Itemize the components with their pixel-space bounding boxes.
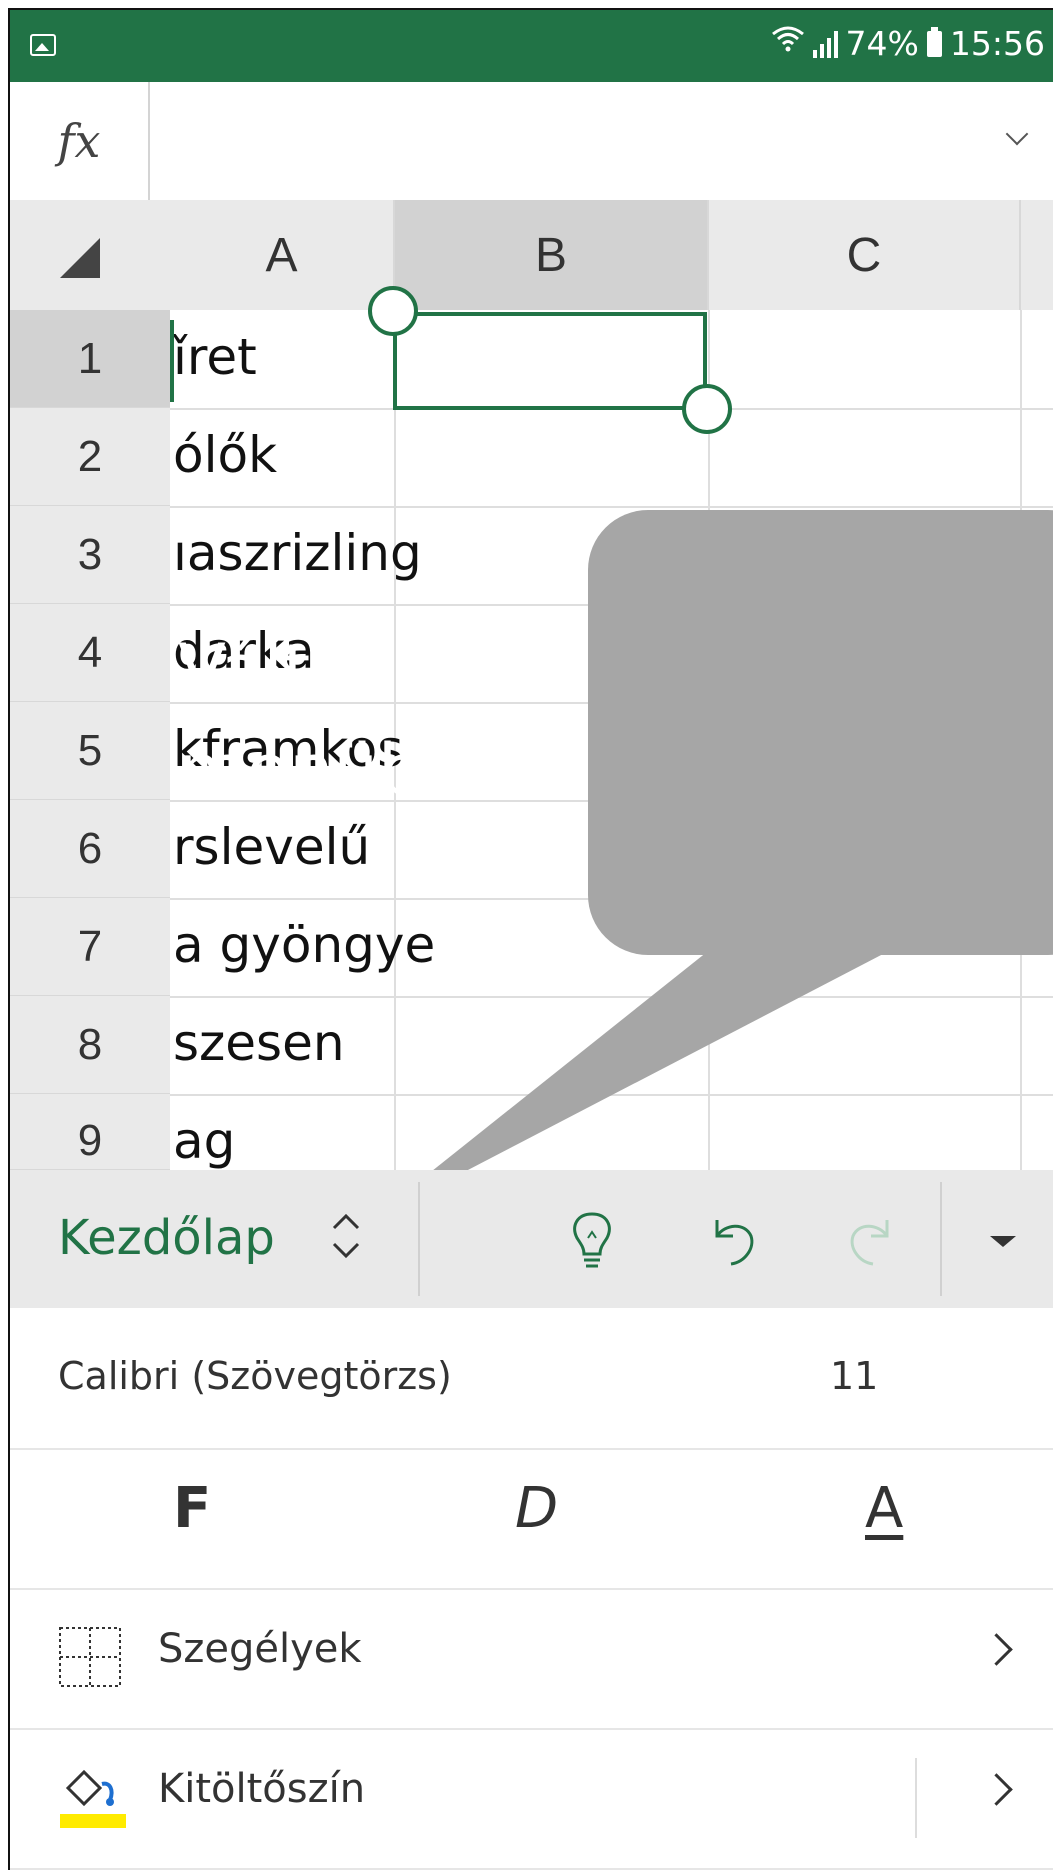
row-header-1[interactable]: 1: [10, 310, 170, 408]
row-header-6[interactable]: 6: [10, 800, 170, 898]
cell-left-marker: [170, 320, 174, 402]
cell-a1[interactable]: ǐret: [173, 328, 257, 386]
select-all-corner[interactable]: [10, 200, 170, 310]
font-name-select[interactable]: Calibri (Szövegtörzs): [58, 1354, 452, 1398]
borders-row[interactable]: Szegélyek: [10, 1588, 1053, 1730]
ribbon-panel: Calibri (Szövegtörzs) 11 F D A Szegélyek…: [10, 1308, 1053, 1870]
ribbon-tab-selector[interactable]: Kezdőlap: [58, 1210, 275, 1266]
borders-label[interactable]: Szegélyek: [158, 1626, 362, 1672]
underline-button[interactable]: A: [865, 1476, 903, 1541]
format-row: F D A: [10, 1448, 1053, 1590]
updown-icon[interactable]: [328, 1204, 364, 1268]
row-header-2[interactable]: 2: [10, 408, 170, 506]
row-header-9[interactable]: 9: [10, 1094, 170, 1170]
chevron-right-icon[interactable]: [980, 1773, 1013, 1806]
chevron-down-icon[interactable]: [1005, 122, 1029, 146]
selection-handle-top-left[interactable]: [368, 286, 418, 336]
italic-button[interactable]: D: [515, 1476, 558, 1541]
cell-a9[interactable]: ag: [173, 1112, 235, 1170]
cell-a2[interactable]: ólők: [173, 426, 277, 484]
fill-color-label[interactable]: Kitöltőszín: [158, 1766, 365, 1812]
cell-a7[interactable]: a gyöngye: [173, 916, 435, 974]
undo-icon[interactable]: [697, 1206, 767, 1276]
clock: 15:56: [949, 24, 1045, 63]
fill-color-icon: [60, 1769, 126, 1828]
selected-cell-b1[interactable]: [393, 312, 707, 410]
ribbon-toolbar: Kezdőlap: [10, 1170, 1053, 1310]
cell-a6[interactable]: rslevelű: [173, 818, 370, 876]
wifi-icon: [771, 24, 805, 64]
callout-line-1: Válthats: [178, 629, 462, 711]
status-bar: 74% 15:56: [10, 10, 1053, 82]
row-header-5[interactable]: 5: [10, 702, 170, 800]
column-header-b[interactable]: B: [395, 200, 709, 310]
app-frame: 74% 15:56 fx A B C 1 2 3 4 5 6 7 8 9 ǐre…: [0, 0, 1053, 1870]
formula-input[interactable]: [160, 112, 960, 172]
font-row[interactable]: Calibri (Szövegtörzs) 11: [10, 1308, 1053, 1450]
fill-color-row[interactable]: Kitöltőszín: [10, 1728, 1053, 1870]
cell-a3[interactable]: ıaszrizling: [173, 524, 422, 582]
row-header-3[interactable]: 3: [10, 506, 170, 604]
row-header-4[interactable]: 4: [10, 604, 170, 702]
callout-line-2: menübe: [178, 729, 466, 811]
column-header-a[interactable]: A: [170, 200, 395, 310]
battery-percent: 74%: [845, 24, 919, 63]
fx-label[interactable]: fx: [10, 82, 150, 200]
row-header-7[interactable]: 7: [10, 898, 170, 996]
signal-icon: [812, 30, 838, 58]
toolbar-divider-2: [940, 1182, 942, 1296]
selection-handle-bottom-right[interactable]: [682, 384, 732, 434]
borders-icon: [59, 1627, 121, 1687]
column-header-d[interactable]: [1021, 200, 1053, 310]
callout-text: Válthats menübe: [178, 620, 466, 820]
fill-divider: [915, 1758, 917, 1838]
select-all-icon: [60, 238, 100, 278]
battery-icon: [926, 27, 942, 57]
chevron-right-icon[interactable]: [980, 1633, 1013, 1666]
toolbar-divider: [418, 1182, 420, 1296]
status-right: 74% 15:56: [771, 24, 1045, 64]
column-header-c[interactable]: C: [709, 200, 1021, 310]
dropdown-icon[interactable]: [990, 1236, 1016, 1247]
row-header-8[interactable]: 8: [10, 996, 170, 1094]
image-notification-icon: [30, 34, 56, 56]
formula-bar[interactable]: fx: [10, 82, 1053, 201]
bold-button[interactable]: F: [173, 1476, 211, 1541]
cell-a8[interactable]: szesen: [173, 1014, 345, 1072]
screen: 74% 15:56 fx A B C 1 2 3 4 5 6 7 8 9 ǐre…: [8, 8, 1053, 1870]
tooltip-callout: [588, 510, 1053, 955]
font-size-select[interactable]: 11: [830, 1354, 878, 1398]
redo-icon[interactable]: [837, 1206, 907, 1276]
lightbulb-icon[interactable]: [557, 1206, 627, 1276]
